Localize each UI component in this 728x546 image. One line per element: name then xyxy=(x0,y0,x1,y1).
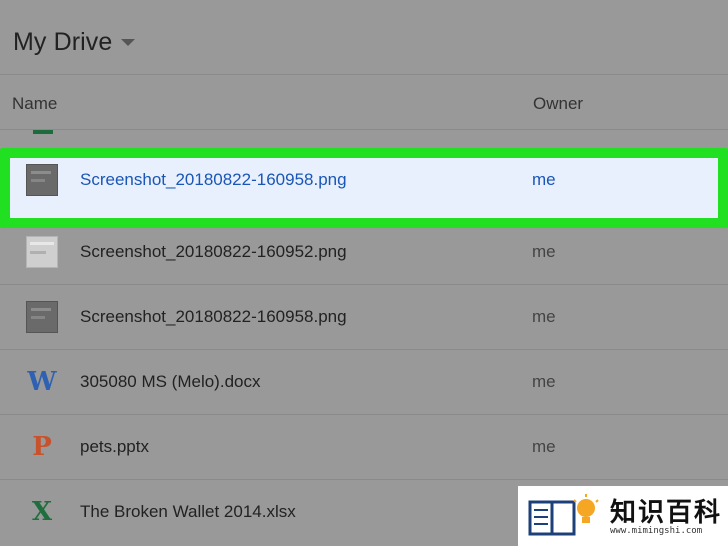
file-name[interactable]: pets.pptx xyxy=(80,437,149,457)
file-owner: me xyxy=(532,307,556,326)
file-row[interactable]: Screenshot_20180822-160958.png me xyxy=(0,285,728,350)
file-owner: me xyxy=(532,242,556,261)
image-thumbnail-icon xyxy=(26,164,58,196)
excel-spreadsheet-icon: X xyxy=(31,497,53,527)
file-row[interactable]: W 305080 MS (Melo).docx me xyxy=(0,350,728,415)
word-document-icon: W xyxy=(27,367,57,397)
drive-header: My Drive xyxy=(0,0,728,75)
powerpoint-icon: P xyxy=(32,432,52,462)
chevron-down-icon[interactable] xyxy=(121,39,135,46)
image-thumbnail-icon xyxy=(26,236,58,268)
file-name[interactable]: Screenshot_20180822-160958.png xyxy=(80,170,347,190)
watermark-title: 知识百科 xyxy=(610,498,723,528)
file-owner: me xyxy=(532,437,556,456)
file-name[interactable]: Screenshot_20180822-160958.png xyxy=(80,307,347,327)
book-lightbulb-icon xyxy=(528,494,599,536)
file-row-selected[interactable]: Screenshot_20180822-160958.png me xyxy=(0,148,728,228)
file-name[interactable]: Screenshot_20180822-160952.png xyxy=(80,242,347,262)
image-thumbnail-icon xyxy=(26,301,58,333)
file-name[interactable]: 305080 MS (Melo).docx xyxy=(80,372,260,392)
watermark-logo: 知识百科 www.mimingshi.com xyxy=(518,486,728,546)
column-header-name[interactable]: Name xyxy=(12,94,57,114)
file-owner: me xyxy=(532,372,556,391)
column-header-row: Name Owner xyxy=(0,76,728,130)
column-header-owner[interactable]: Owner xyxy=(533,94,583,114)
file-row[interactable]: P pets.pptx me xyxy=(0,415,728,480)
file-name[interactable]: The Broken Wallet 2014.xlsx xyxy=(80,502,296,522)
partial-file-icon xyxy=(33,130,53,134)
watermark-url: www.mimingshi.com xyxy=(610,526,703,536)
my-drive-title[interactable]: My Drive xyxy=(13,28,112,57)
file-owner: me xyxy=(532,170,556,189)
file-row[interactable]: Screenshot_20180822-160952.png me xyxy=(0,220,728,285)
